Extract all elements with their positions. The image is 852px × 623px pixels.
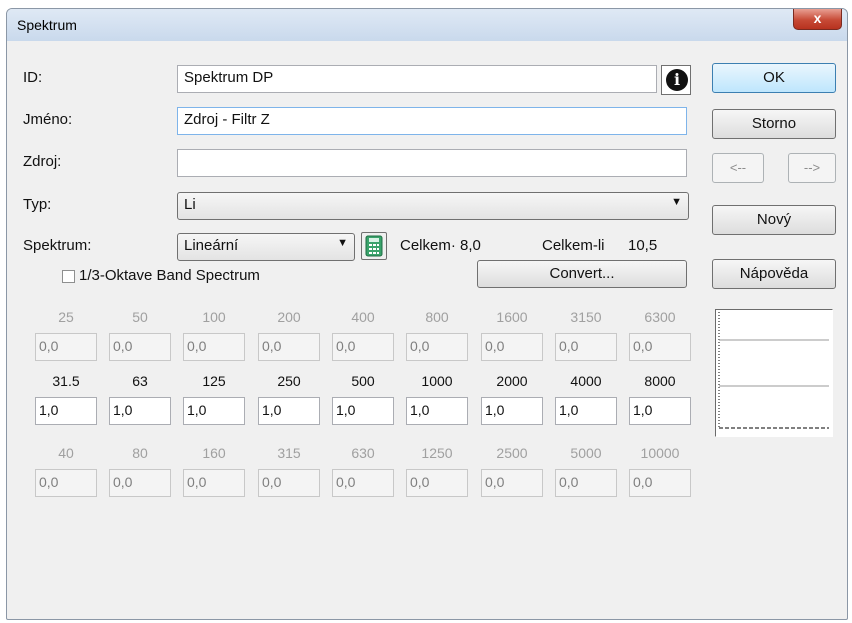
cancel-button[interactable]: Storno [712,109,836,139]
convert-button[interactable]: Convert... [477,260,687,288]
band-header-row2: 125 [202,373,226,389]
band-value-row1[interactable]: 0,0 [629,333,691,361]
total-li-value: 10,5 [628,237,658,254]
band-header-row3: 80 [132,445,148,461]
band-value-row3[interactable]: 0,0 [406,469,468,497]
new-button[interactable]: Nový [712,205,836,235]
band-value-row1[interactable]: 0,0 [258,333,320,361]
total-label: Celkem· [400,237,456,254]
band-header-row3: 630 [351,445,375,461]
band-header-row1: 3150 [570,309,602,325]
spectrum-selected: Lineární [184,237,239,254]
band-value-row2[interactable]: 1,0 [109,397,171,425]
total-li-label: Celkem-li [542,237,605,254]
band-header-row3: 5000 [570,445,602,461]
band-header-row3: 40 [58,445,74,461]
info-button[interactable]: i [661,65,691,95]
band-value-row2[interactable]: 1,0 [481,397,543,425]
band-header-row1: 50 [132,309,148,325]
calculator-icon [365,235,383,257]
id-field[interactable]: Spektrum DP [177,65,657,93]
band-header-row2: 63 [132,373,148,389]
band-value-row3[interactable]: 0,0 [258,469,320,497]
band-value-row2[interactable]: 1,0 [406,397,468,425]
preview-chart [718,312,829,429]
band-header-row2: 250 [277,373,301,389]
close-button[interactable]: x [793,9,842,30]
band-header-row2: 8000 [644,373,676,389]
band-header-row3: 10000 [640,445,680,461]
band-header-row1: 6300 [644,309,676,325]
band-value-row1[interactable]: 0,0 [35,333,97,361]
band-value-row1[interactable]: 0,0 [481,333,543,361]
band-header-row1: 400 [351,309,375,325]
band-value-row1[interactable]: 0,0 [406,333,468,361]
dropdown-arrow-icon: ▼ [337,237,348,249]
band-value-row3[interactable]: 0,0 [35,469,97,497]
calculator-button[interactable] [361,232,387,260]
total-value: 8,0 [460,237,481,254]
band-header-row1: 800 [425,309,449,325]
band-value-row1[interactable]: 0,0 [555,333,617,361]
band-value-row2[interactable]: 1,0 [332,397,394,425]
ok-button[interactable]: OK [712,63,836,93]
band-header-row3: 315 [277,445,301,461]
source-field[interactable] [177,149,687,177]
band-header-row2: 4000 [570,373,602,389]
id-label: ID: [23,69,43,86]
next-button[interactable]: --> [788,153,836,183]
help-button[interactable]: Nápověda [712,259,836,289]
info-icon: i [666,69,688,91]
spectrum-preview [715,309,833,437]
band-header-row2: 1000 [421,373,453,389]
band-value-row2[interactable]: 1,0 [555,397,617,425]
name-field[interactable]: Zdroj - Filtr Z [177,107,687,135]
band-header-row1: 100 [202,309,226,325]
band-value-row3[interactable]: 0,0 [332,469,394,497]
band-value-row2[interactable]: 1,0 [258,397,320,425]
band-value-row1[interactable]: 0,0 [332,333,394,361]
close-icon: x [813,10,822,26]
band-value-row3[interactable]: 0,0 [183,469,245,497]
band-header-row3: 2500 [496,445,528,461]
band-header-row3: 1250 [421,445,453,461]
spektrum-dialog: Spektrum x ID: Spektrum DP i Jméno: Zdro… [6,8,848,620]
type-selected: Li [184,196,196,213]
spectrum-dropdown[interactable]: Lineární ▼ [177,233,355,261]
window-title: Spektrum [17,17,77,33]
dropdown-arrow-icon: ▼ [671,196,682,208]
band-checkbox-label[interactable]: 1/3-Oktave Band Spectrum [79,267,260,284]
band-value-row3[interactable]: 0,0 [481,469,543,497]
band-value-row1[interactable]: 0,0 [109,333,171,361]
title-bar[interactable]: Spektrum x [7,9,847,41]
band-header-row2: 31.5 [52,373,80,389]
band-header-row1: 200 [277,309,301,325]
type-label: Typ: [23,196,52,213]
type-dropdown[interactable]: Li ▼ [177,192,689,220]
band-value-row2[interactable]: 1,0 [35,397,97,425]
band-header-row2: 2000 [496,373,528,389]
name-label: Jméno: [23,111,73,128]
band-value-row2[interactable]: 1,0 [629,397,691,425]
band-header-row2: 500 [351,373,375,389]
band-header-row3: 160 [202,445,226,461]
dialog-body: ID: Spektrum DP i Jméno: Zdroj - Filtr Z… [15,41,839,611]
band-value-row3[interactable]: 0,0 [629,469,691,497]
band-value-row3[interactable]: 0,0 [109,469,171,497]
source-label: Zdroj: [23,153,62,170]
spectrum-label: Spektrum: [23,237,92,254]
band-value-row1[interactable]: 0,0 [183,333,245,361]
band-header-row1: 25 [58,309,74,325]
band-checkbox[interactable] [62,270,75,283]
band-header-row1: 1600 [496,309,528,325]
band-value-row2[interactable]: 1,0 [183,397,245,425]
band-value-row3[interactable]: 0,0 [555,469,617,497]
prev-button[interactable]: <-- [712,153,764,183]
